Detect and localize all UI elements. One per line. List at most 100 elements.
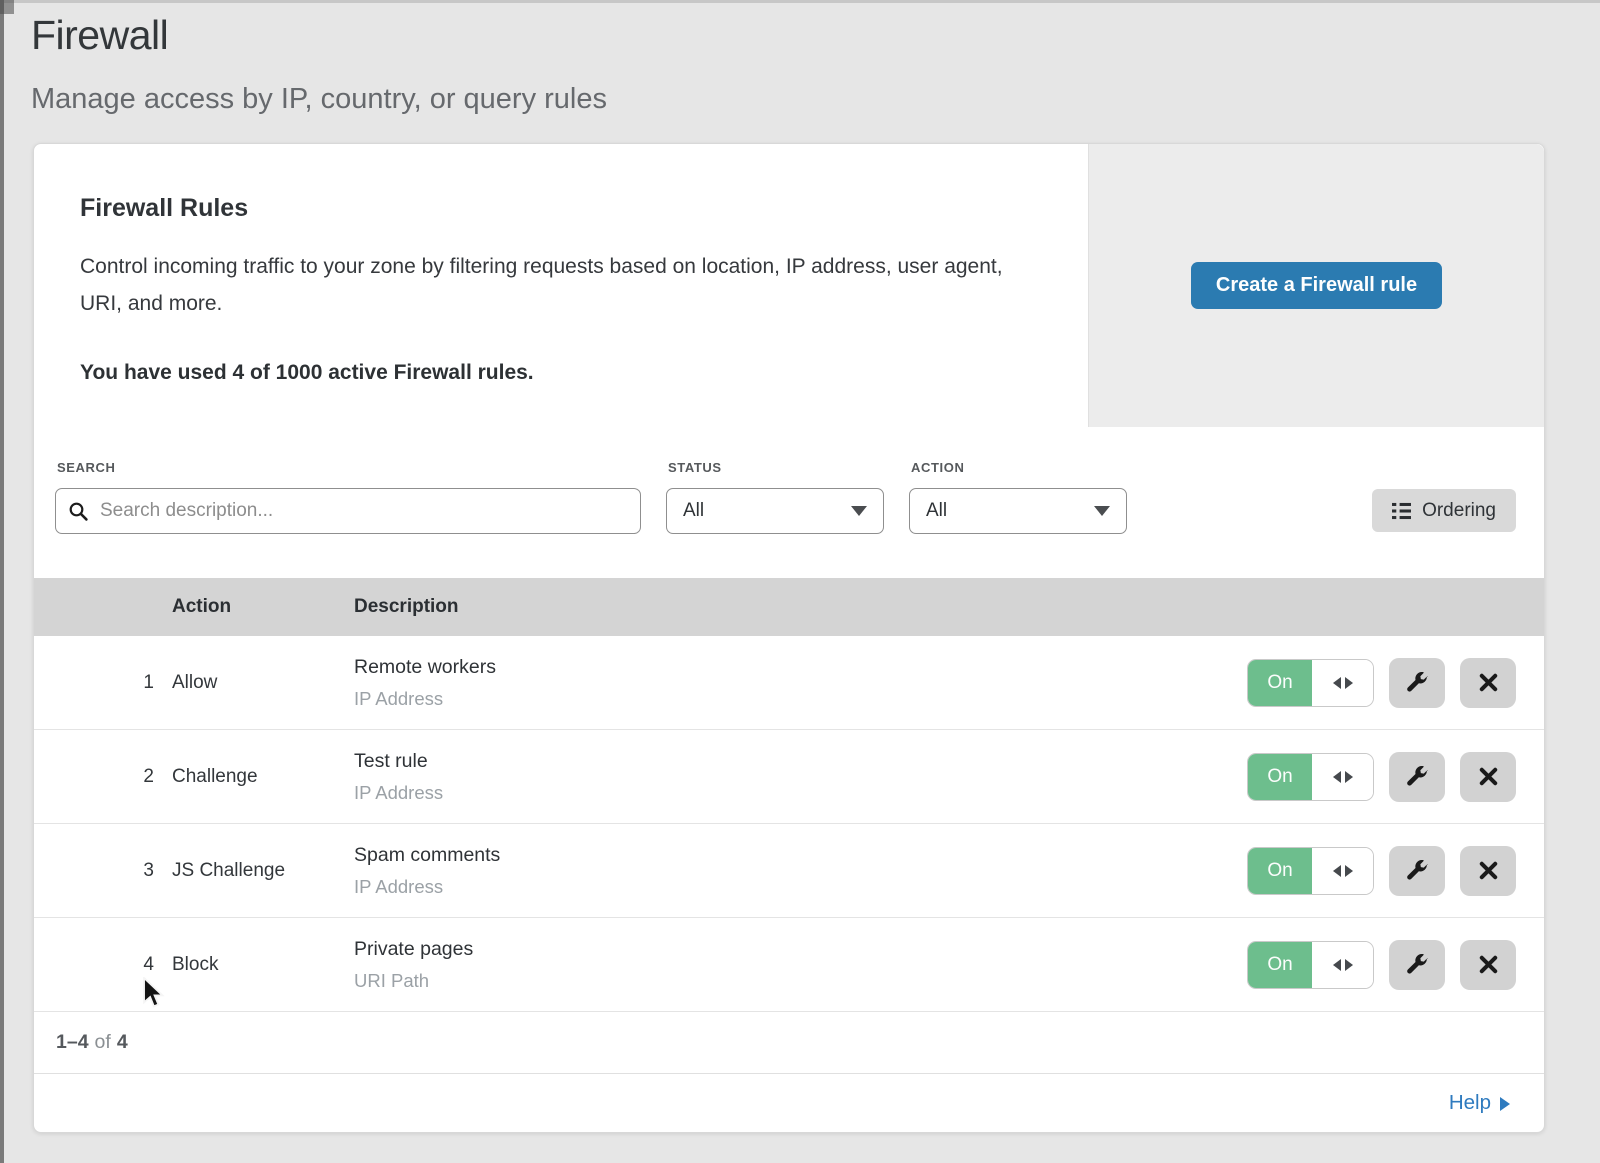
arrow-right-icon (1345, 865, 1353, 877)
wrench-icon (1406, 672, 1428, 694)
search-filter-group: SEARCH (55, 460, 641, 534)
edit-rule-button[interactable] (1389, 752, 1445, 802)
rule-controls: On (1247, 846, 1544, 896)
page-subtitle: Manage access by IP, country, or query r… (31, 83, 1600, 116)
ordering-button-label: Ordering (1422, 500, 1496, 522)
rule-enabled-toggle[interactable]: On (1247, 659, 1374, 707)
chevron-down-icon (1094, 506, 1110, 516)
close-icon (1477, 671, 1500, 694)
ordering-button[interactable]: Ordering (1372, 489, 1516, 532)
pagination: 1–4 of 4 (34, 1012, 1544, 1074)
rule-description-cell: Test rule IP Address (354, 750, 1247, 804)
rule-description-cell: Spam comments IP Address (354, 844, 1247, 898)
rules-summary-text: Firewall Rules Control incoming traffic … (34, 144, 1088, 427)
status-filter-group: STATUS All (666, 460, 884, 534)
rule-enabled-toggle[interactable]: On (1247, 847, 1374, 895)
action-select[interactable]: All (909, 488, 1127, 534)
delete-rule-button[interactable] (1460, 846, 1516, 896)
ordered-list-icon (1392, 502, 1411, 520)
wrench-icon (1406, 766, 1428, 788)
table-row: 1 Allow Remote workers IP Address On (34, 636, 1544, 730)
toggle-handle (1312, 848, 1373, 894)
rule-priority-number: 1 (34, 672, 154, 694)
rule-controls: On (1247, 752, 1544, 802)
toggle-handle (1312, 942, 1373, 988)
rule-priority-number: 3 (34, 860, 154, 882)
wrench-icon (1406, 860, 1428, 882)
action-select-value: All (926, 500, 947, 522)
arrow-right-icon (1345, 771, 1353, 783)
help-link[interactable]: Help (1449, 1091, 1510, 1115)
firewall-rules-card: Firewall Rules Control incoming traffic … (33, 143, 1545, 1133)
rule-description-title: Private pages (354, 938, 1247, 961)
window-top-edge (0, 0, 1600, 3)
chevron-down-icon (851, 506, 867, 516)
rule-controls: On (1247, 658, 1544, 708)
page-title: Firewall (31, 12, 1600, 59)
toggle-on-label: On (1248, 754, 1312, 800)
create-rule-panel: Create a Firewall rule (1088, 144, 1544, 427)
toggle-on-label: On (1248, 942, 1312, 988)
search-input[interactable] (98, 499, 628, 523)
toggle-handle (1312, 660, 1373, 706)
header-action-column: Action (154, 596, 354, 618)
rule-description-cell: Private pages URI Path (354, 938, 1247, 992)
rules-description: Control incoming traffic to your zone by… (80, 249, 1040, 323)
header-description-column: Description (354, 596, 459, 618)
arrow-left-icon (1333, 865, 1341, 877)
arrow-right-icon (1345, 677, 1353, 689)
close-icon (1477, 859, 1500, 882)
rule-match-type: URI Path (354, 970, 1247, 992)
toggle-handle (1312, 754, 1373, 800)
pagination-of: of (95, 1031, 111, 1054)
page-header: Firewall Manage access by IP, country, o… (0, 0, 1600, 116)
delete-rule-button[interactable] (1460, 658, 1516, 708)
edit-rule-button[interactable] (1389, 846, 1445, 896)
search-label: SEARCH (57, 460, 641, 475)
delete-rule-button[interactable] (1460, 752, 1516, 802)
pagination-total: 4 (117, 1031, 128, 1054)
window-corner (0, 0, 14, 14)
pagination-range: 1–4 (56, 1031, 89, 1054)
rule-controls: On (1247, 940, 1544, 990)
status-label: STATUS (668, 460, 884, 475)
window-left-edge (0, 0, 4, 1163)
status-select[interactable]: All (666, 488, 884, 534)
close-icon (1477, 765, 1500, 788)
delete-rule-button[interactable] (1460, 940, 1516, 990)
arrow-left-icon (1333, 677, 1341, 689)
rule-description-title: Spam comments (354, 844, 1247, 867)
arrow-right-icon (1345, 959, 1353, 971)
filters-bar: SEARCH STATUS All ACTION All (34, 427, 1544, 578)
search-icon (68, 501, 89, 522)
rule-action-value: Block (154, 954, 354, 976)
edit-rule-button[interactable] (1389, 658, 1445, 708)
rules-list: 1 Allow Remote workers IP Address On (34, 636, 1544, 1012)
table-row: 2 Challenge Test rule IP Address On (34, 730, 1544, 824)
action-label: ACTION (911, 460, 1127, 475)
rule-priority-number: 4 (34, 954, 154, 976)
rules-summary-section: Firewall Rules Control incoming traffic … (34, 144, 1544, 427)
rule-priority-number: 2 (34, 766, 154, 788)
edit-rule-button[interactable] (1389, 940, 1445, 990)
rule-match-type: IP Address (354, 876, 1247, 898)
arrow-left-icon (1333, 771, 1341, 783)
action-filter-group: ACTION All (909, 460, 1127, 534)
arrow-left-icon (1333, 959, 1341, 971)
card-footer: Help (34, 1074, 1544, 1132)
rule-description-title: Remote workers (354, 656, 1247, 679)
search-box[interactable] (55, 488, 641, 534)
table-row: 4 Block Private pages URI Path On (34, 918, 1544, 1012)
table-row: 3 JS Challenge Spam comments IP Address … (34, 824, 1544, 918)
rule-match-type: IP Address (354, 688, 1247, 710)
rule-description-cell: Remote workers IP Address (354, 656, 1247, 710)
help-link-label: Help (1449, 1091, 1491, 1115)
arrow-right-icon (1500, 1097, 1510, 1111)
rule-action-value: JS Challenge (154, 860, 354, 882)
rule-enabled-toggle[interactable]: On (1247, 753, 1374, 801)
rule-match-type: IP Address (354, 782, 1247, 804)
rule-enabled-toggle[interactable]: On (1247, 941, 1374, 989)
rule-action-value: Allow (154, 672, 354, 694)
create-firewall-rule-button[interactable]: Create a Firewall rule (1191, 262, 1442, 309)
table-header: Action Description (34, 578, 1544, 636)
